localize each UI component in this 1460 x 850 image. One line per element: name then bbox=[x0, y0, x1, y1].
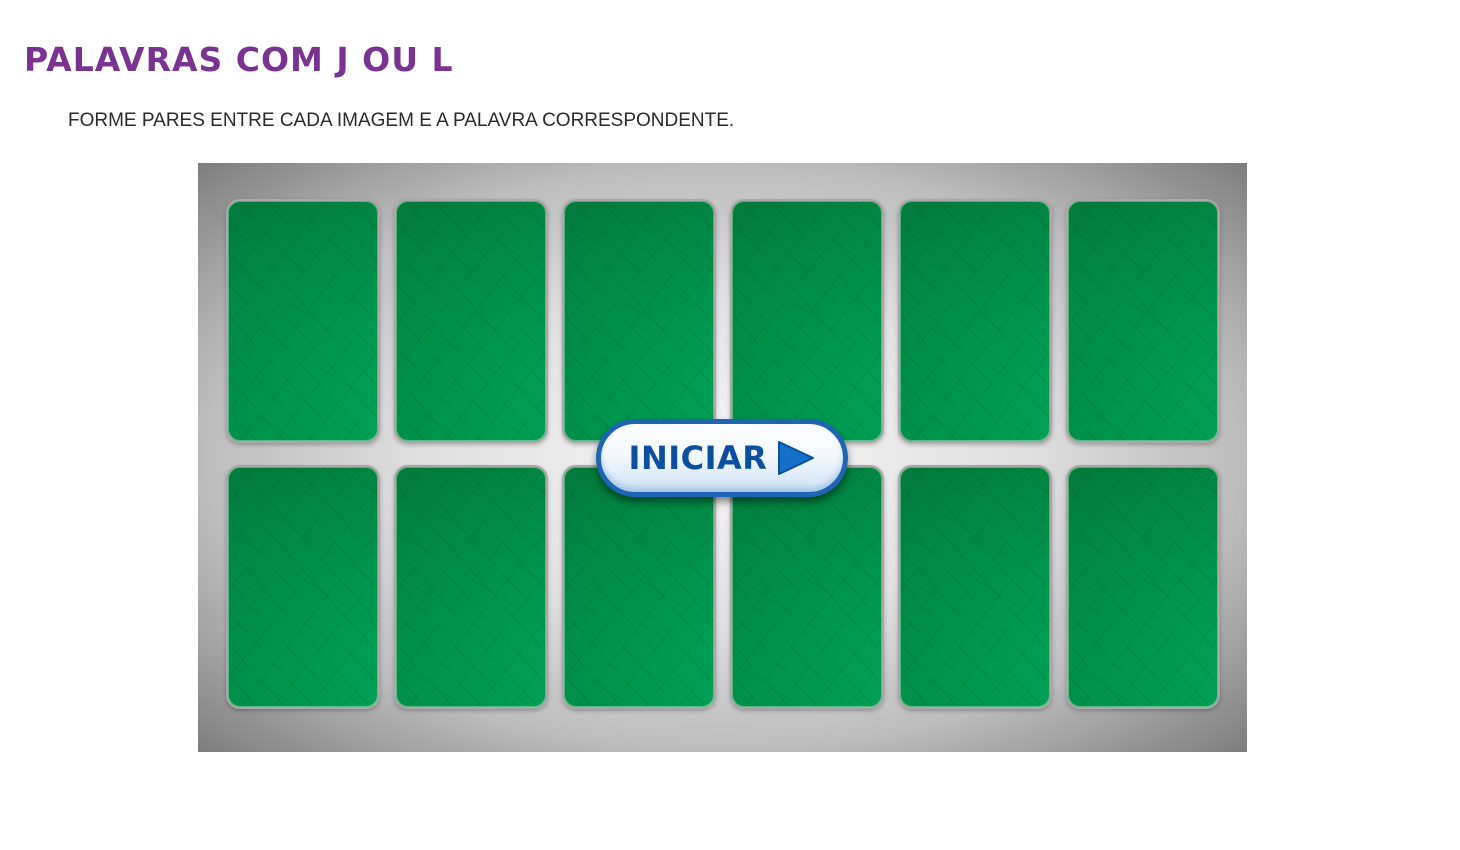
page-title: PALAVRAS COM J OU L bbox=[24, 40, 454, 79]
play-icon bbox=[778, 441, 815, 475]
memory-game-board: INICIAR bbox=[198, 163, 1247, 752]
memory-card[interactable] bbox=[730, 465, 884, 709]
memory-card[interactable] bbox=[394, 465, 548, 709]
instructions-text: FORME PARES ENTRE CADA IMAGEM E A PALAVR… bbox=[68, 110, 735, 131]
page: PALAVRAS COM J OU L FORME PARES ENTRE CA… bbox=[0, 0, 1460, 850]
memory-card[interactable] bbox=[226, 199, 380, 443]
memory-card[interactable] bbox=[226, 465, 380, 709]
memory-card[interactable] bbox=[898, 465, 1052, 709]
memory-card[interactable] bbox=[562, 465, 716, 709]
memory-card[interactable] bbox=[562, 199, 716, 443]
memory-card[interactable] bbox=[730, 199, 884, 443]
memory-card[interactable] bbox=[1066, 465, 1220, 709]
memory-card[interactable] bbox=[898, 199, 1052, 443]
start-button-label: INICIAR bbox=[628, 439, 768, 477]
memory-card[interactable] bbox=[394, 199, 548, 443]
memory-card[interactable] bbox=[1066, 199, 1220, 443]
start-button[interactable]: INICIAR bbox=[596, 419, 848, 497]
